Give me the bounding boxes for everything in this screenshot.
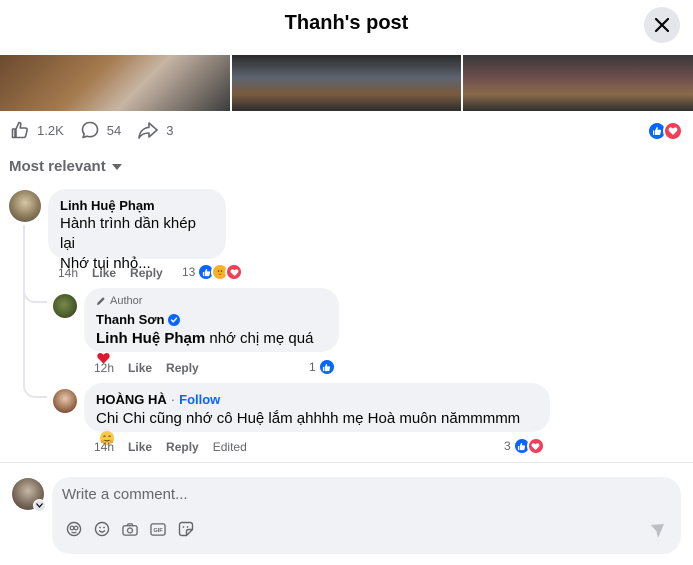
sticker-icon (178, 521, 194, 537)
comment-like-button[interactable]: Like (92, 266, 116, 280)
comment-time[interactable]: 14h (58, 266, 78, 280)
post-actions: 1.2K 54 3 (10, 120, 173, 140)
like-icon (11, 121, 28, 139)
reaction-count: 13 (182, 265, 196, 279)
share-button[interactable]: 3 (137, 120, 173, 140)
comment-sort-dropdown[interactable]: Most relevant (9, 158, 122, 175)
comment-reactions[interactable]: 13 (182, 263, 244, 281)
comment-meta: 14h Like Reply Edited (94, 440, 247, 454)
comment-bubble: Linh Huệ Phạm Hành trình dần khép lại Nh… (48, 189, 226, 272)
commenter-name-row: HOÀNG HÀ · Follow (96, 391, 538, 408)
comment-time[interactable]: 14h (94, 440, 114, 454)
photo-button[interactable] (122, 521, 138, 537)
comment-reactions[interactable]: 1 (309, 358, 336, 376)
comment-icon (81, 121, 99, 139)
post-photo[interactable] (463, 55, 693, 111)
separator-dot: · (170, 392, 176, 407)
gif-button[interactable]: GIF (150, 521, 166, 537)
composer-tools: GIF (66, 521, 194, 537)
avatar-sticker-button[interactable] (66, 521, 82, 537)
reaction-count: 3 (504, 439, 511, 453)
avatar-icon (66, 521, 82, 537)
comment-text-line: Hành trình dần khép lại (60, 215, 196, 252)
sort-label: Most relevant (9, 158, 106, 175)
share-icon (138, 122, 159, 139)
follow-button[interactable]: Follow (179, 391, 220, 408)
gif-icon: GIF (150, 522, 166, 536)
comment-text: nhớ chị mẹ quá (205, 330, 314, 347)
avatar[interactable] (53, 389, 77, 413)
post-photo[interactable] (0, 55, 230, 111)
post-photos (0, 55, 693, 111)
comment-bubble: Author Thanh Sơn Linh Huệ Phạm nhớ chị m… (84, 288, 339, 364)
sticker-button[interactable] (178, 521, 194, 537)
comment-text: Chi Chi cũng nhớ cô Huệ lắm ạhhhh mẹ Hoà… (96, 410, 521, 427)
comment-reply-button[interactable]: Reply (130, 266, 163, 280)
chevron-down-icon (111, 163, 122, 170)
love-reaction-icon (526, 437, 545, 455)
thread-line (23, 302, 47, 398)
reaction-count: 1 (309, 360, 316, 374)
thread-line (23, 225, 47, 303)
page-title: Thanh's post (284, 12, 409, 34)
pencil-icon (97, 297, 105, 305)
commenter-name[interactable]: Thanh Sơn (96, 311, 164, 328)
author-tag-label: Author (110, 295, 143, 307)
share-count: 3 (166, 122, 174, 138)
avatar[interactable] (53, 294, 77, 318)
comment-count: 54 (106, 122, 122, 138)
mention-link[interactable]: Linh Huệ Phạm (96, 330, 205, 347)
chevron-down-icon (36, 503, 43, 508)
comment-meta: 14h Like Reply (58, 266, 163, 280)
like-reaction-icon (317, 358, 336, 376)
commenter-name-row: Thanh Sơn (96, 311, 327, 328)
close-icon (654, 17, 670, 33)
comment-time[interactable]: 12h (94, 361, 114, 375)
post-reactions[interactable] (647, 121, 683, 141)
like-count: 1.2K (37, 122, 64, 138)
close-button[interactable] (644, 7, 680, 43)
comment-like-button[interactable]: Like (128, 440, 152, 454)
comment-reply-button[interactable]: Reply (166, 361, 199, 375)
avatar-menu-chevron[interactable] (33, 499, 46, 512)
edited-label[interactable]: Edited (213, 440, 247, 454)
send-icon (649, 524, 664, 538)
commenter-name[interactable]: Linh Huệ Phạm (60, 197, 214, 214)
love-reaction-icon (663, 121, 683, 141)
post-photo[interactable] (231, 55, 462, 111)
avatar[interactable] (9, 190, 41, 222)
comment-bubble: HOÀNG HÀ · Follow Chi Chi cũng nhớ cô Hu… (84, 383, 550, 445)
comment-like-button[interactable]: Like (128, 361, 152, 375)
comment-button[interactable]: 54 (80, 120, 121, 140)
post-dialog-header: Thanh's post (0, 0, 693, 53)
composer-divider (0, 462, 693, 463)
comment-meta: 12h Like Reply (94, 361, 199, 375)
comment-reply-button[interactable]: Reply (166, 440, 199, 454)
svg-text:GIF: GIF (153, 527, 163, 533)
verified-icon (168, 313, 181, 326)
comment-reactions[interactable]: 3 (504, 437, 545, 455)
commenter-name[interactable]: HOÀNG HÀ (96, 391, 167, 408)
camera-icon (122, 522, 138, 536)
comment-composer[interactable]: Write a comment... GIF (52, 477, 681, 554)
author-tag: Author (96, 294, 327, 308)
like-button[interactable]: 1.2K (10, 120, 64, 140)
emoji-button[interactable] (94, 521, 110, 537)
send-button[interactable] (649, 523, 665, 544)
comment-input[interactable]: Write a comment... (62, 486, 188, 503)
love-reaction-icon (225, 263, 244, 281)
emoji-icon (94, 521, 110, 537)
